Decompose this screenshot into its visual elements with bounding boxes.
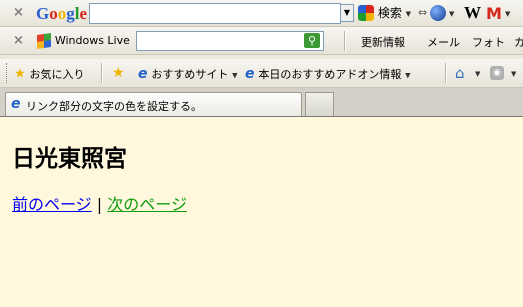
google-search-input[interactable]	[89, 3, 341, 24]
chevron-down-icon: ▼	[405, 10, 412, 18]
google-toolbar: × Google ▼ 検索 ▼ ⇔ ▼ W M ▼	[0, 0, 523, 27]
page-navigation: 前のページ | 次のページ	[12, 191, 187, 215]
ie-page-icon: e	[11, 96, 21, 112]
chevron-down-icon: ▼	[232, 71, 238, 80]
star-icon: ★	[14, 66, 26, 82]
favorites-bar: ★ お気に入り ★ e おすすめサイト ▼ e 本日のおすすめアドオン情報 ▼ …	[0, 59, 523, 88]
ie-page-icon: e	[245, 66, 255, 82]
favorites-button[interactable]: ★ お気に入り	[14, 66, 84, 82]
toolbar-separator	[445, 63, 447, 83]
home-icon[interactable]: ⌂	[455, 64, 465, 82]
menu-news[interactable]: 更新情報	[361, 34, 405, 50]
close-icon[interactable]: ×	[13, 5, 24, 20]
menu-photo[interactable]: フォト	[472, 34, 505, 50]
next-page-link[interactable]: 次のページ	[107, 195, 187, 214]
toolbar-separator	[344, 31, 346, 51]
wikipedia-icon[interactable]: W	[464, 3, 481, 23]
tab-title: リンク部分の文字の色を設定する。	[26, 100, 202, 113]
google-search-button[interactable]: 検索 ▼	[358, 4, 411, 21]
search-icon[interactable]: ⚲	[304, 33, 320, 48]
globe-icon[interactable]	[430, 5, 446, 21]
google-logo: Google	[36, 4, 88, 23]
rss-feed-icon[interactable]: ◉	[490, 66, 504, 80]
add-favorite-icon[interactable]: ★	[112, 65, 125, 81]
google-g-icon	[358, 4, 374, 21]
chevron-down-icon: ▼	[405, 71, 411, 80]
new-tab-button[interactable]	[305, 92, 334, 116]
favorite-item-recommended[interactable]: e おすすめサイト ▼	[138, 66, 238, 82]
toolbar-grip[interactable]	[6, 63, 10, 83]
chevron-down-icon[interactable]: ▼	[505, 10, 510, 18]
chevron-down-icon[interactable]: ▼	[475, 70, 480, 78]
tab-active[interactable]: e リンク部分の文字の色を設定する。	[5, 92, 302, 116]
chevron-down-icon[interactable]: ▼	[511, 70, 516, 78]
windows-live-toolbar: × Windows Live ⚲ 更新情報 メール フォト カ	[0, 27, 523, 55]
double-arrow-icon[interactable]: ⇔	[418, 6, 427, 19]
live-search-input[interactable]	[136, 31, 324, 51]
search-history-dropdown[interactable]: ▼	[340, 4, 354, 22]
page-heading: 日光東照宮	[12, 146, 127, 172]
ie-icon: e	[138, 66, 148, 82]
windows-flag-icon	[37, 32, 51, 49]
chevron-down-icon[interactable]: ▼	[449, 10, 454, 18]
close-icon[interactable]: ×	[13, 33, 24, 48]
link-separator: |	[96, 195, 103, 214]
windows-live-brand[interactable]: Windows Live	[37, 32, 130, 49]
menu-mail[interactable]: メール	[427, 34, 460, 50]
prev-page-link[interactable]: 前のページ	[12, 195, 92, 214]
favorite-item-addons[interactable]: e 本日のおすすめアドオン情報 ▼	[245, 66, 411, 82]
toolbar-separator	[101, 63, 103, 83]
gmail-icon[interactable]: M	[486, 4, 502, 23]
menu-truncated[interactable]: カ	[514, 34, 523, 50]
